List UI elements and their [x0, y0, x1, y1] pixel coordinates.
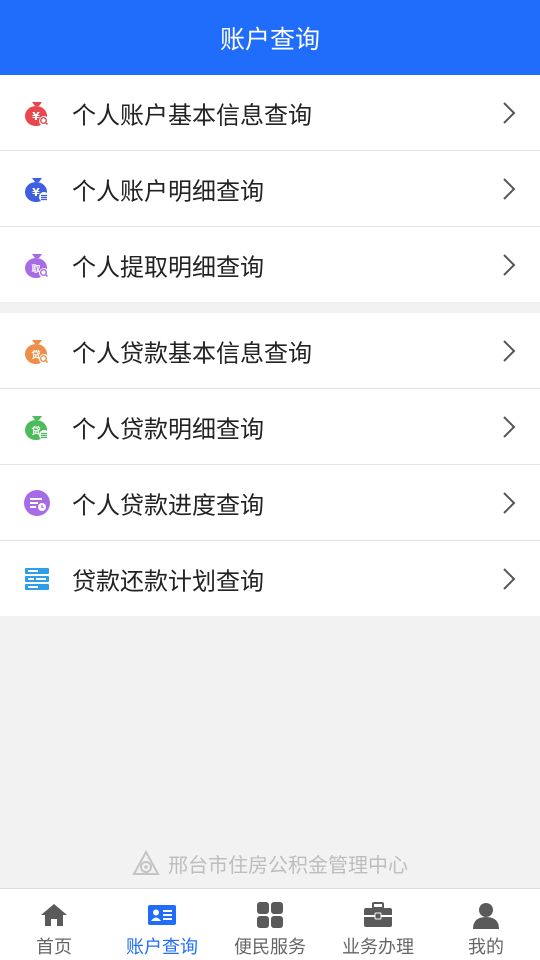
chevron-right-icon — [503, 567, 516, 590]
menu-item-withdraw-detail[interactable]: 取 个人提取明细查询 — [0, 227, 540, 302]
money-bag-list-icon: ¥ — [25, 177, 49, 202]
chevron-right-icon — [503, 339, 516, 362]
menu-item-label: 个人贷款基本信息查询 — [72, 339, 312, 367]
tab-mine[interactable]: 我的 — [432, 889, 540, 960]
money-bag-search-icon: ¥ — [25, 101, 49, 126]
loan-query-list: 贷 个人贷款基本信息查询 贷 个人贷款明细查询 个人贷款进度查询 贷款还款计划查… — [0, 313, 540, 616]
briefcase-icon — [364, 902, 392, 927]
menu-item-label: 贷款还款计划查询 — [72, 567, 264, 595]
menu-item-label: 个人账户明细查询 — [72, 177, 264, 205]
chevron-right-icon — [503, 101, 516, 124]
chevron-right-icon — [503, 253, 516, 276]
tab-label: 便民服务 — [234, 937, 306, 958]
chevron-right-icon — [503, 491, 516, 514]
menu-item-loan-progress[interactable]: 个人贷款进度查询 — [0, 465, 540, 541]
repayment-plan-icon — [25, 567, 49, 590]
menu-item-account-detail[interactable]: ¥ 个人账户明细查询 — [0, 151, 540, 227]
user-icon — [473, 903, 499, 929]
organization-brand: 邢台市住房公积金管理中心 — [0, 845, 540, 881]
bottom-tab-bar: 首页 账户查询 便民服务 业务办理 我的 — [0, 888, 540, 960]
account-query-list: ¥ 个人账户基本信息查询 ¥ 个人账户明细查询 取 个人提取明细查询 — [0, 75, 540, 302]
tab-convenience-services[interactable]: 便民服务 — [216, 889, 324, 960]
tab-label: 首页 — [36, 937, 72, 958]
tab-label: 账户查询 — [126, 937, 198, 958]
menu-item-loan-basic-info[interactable]: 贷 个人贷款基本信息查询 — [0, 313, 540, 389]
tab-label: 业务办理 — [342, 937, 414, 958]
chevron-right-icon — [503, 415, 516, 438]
organization-logo-icon — [132, 850, 160, 875]
svg-text:¥: ¥ — [32, 186, 40, 199]
tab-account-query[interactable]: 账户查询 — [108, 889, 216, 960]
menu-item-loan-detail[interactable]: 贷 个人贷款明细查询 — [0, 389, 540, 465]
account-query-page: 账户查询 ¥ 个人账户基本信息查询 ¥ 个人账户明细查询 取 个人提取明细查询 … — [0, 0, 540, 960]
app-header: 账户查询 — [0, 0, 540, 75]
svg-text:¥: ¥ — [32, 110, 40, 123]
tab-business-handling[interactable]: 业务办理 — [324, 889, 432, 960]
loan-progress-icon — [24, 489, 50, 516]
menu-item-label: 个人贷款进度查询 — [72, 491, 264, 519]
page-title: 账户查询 — [219, 24, 320, 54]
withdraw-bag-search-icon: 取 — [25, 253, 49, 278]
menu-item-repayment-plan[interactable]: 贷款还款计划查询 — [0, 541, 540, 616]
organization-name: 邢台市住房公积金管理中心 — [168, 852, 408, 877]
id-card-icon — [148, 905, 176, 925]
menu-item-account-basic-info[interactable]: ¥ 个人账户基本信息查询 — [0, 75, 540, 151]
menu-item-label: 个人提取明细查询 — [72, 253, 264, 281]
tab-label: 我的 — [468, 937, 504, 958]
grid-icon — [257, 902, 283, 928]
menu-item-label: 个人账户基本信息查询 — [72, 101, 312, 129]
home-icon — [41, 904, 67, 926]
menu-item-label: 个人贷款明细查询 — [72, 415, 264, 443]
chevron-right-icon — [503, 177, 516, 200]
tab-home[interactable]: 首页 — [0, 889, 108, 960]
loan-bag-list-icon: 贷 — [25, 415, 49, 440]
loan-bag-search-icon: 贷 — [25, 339, 49, 364]
